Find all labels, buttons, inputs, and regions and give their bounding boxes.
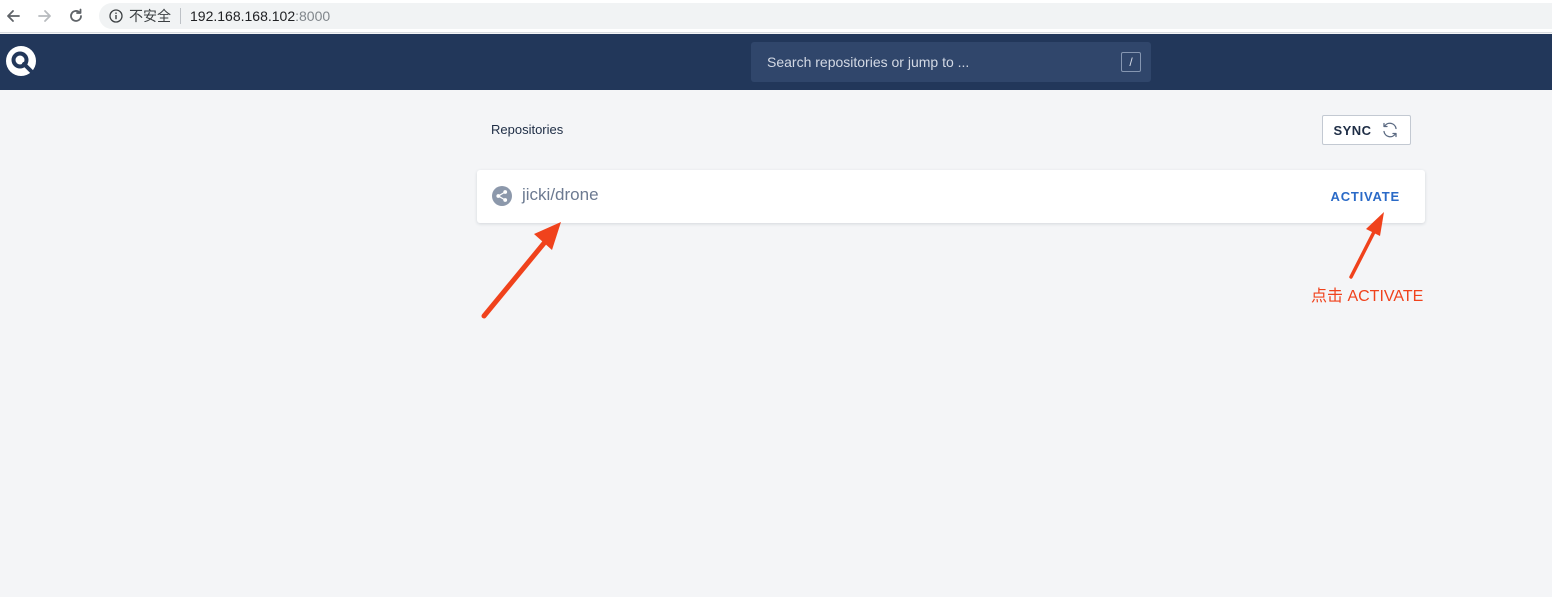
arrow-to-repo [481, 222, 561, 319]
arrow-to-activate [1349, 212, 1384, 279]
annotation-label: 点击 ACTIVATE [1311, 288, 1424, 305]
